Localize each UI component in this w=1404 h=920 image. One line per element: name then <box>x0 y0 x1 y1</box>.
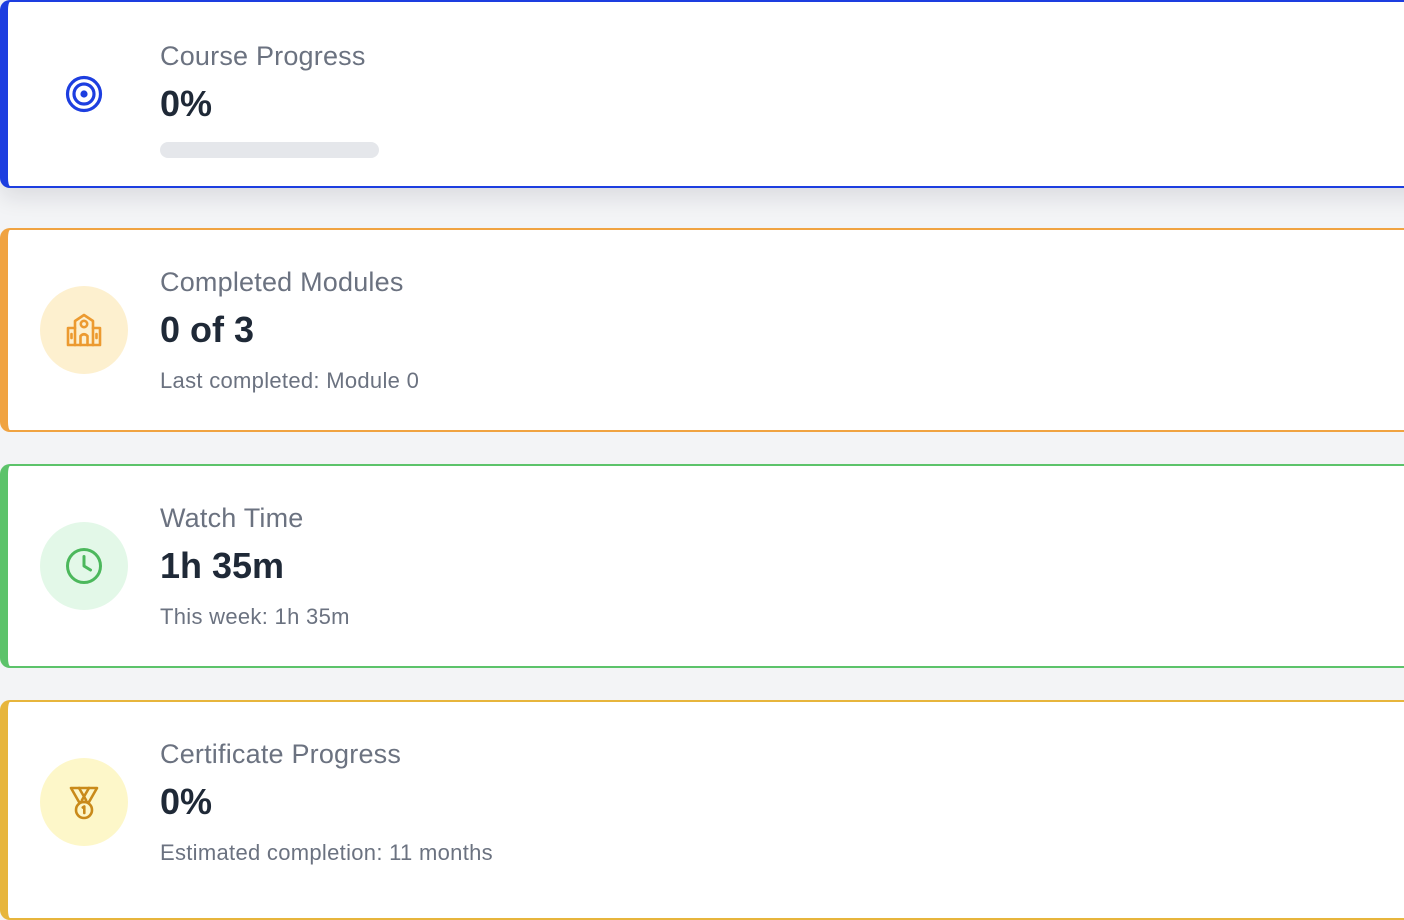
medal-icon <box>69 786 99 820</box>
target-icon <box>65 75 103 113</box>
certificate-progress-value: 0% <box>160 781 213 822</box>
completed-modules-subtext: Last completed: Module 0 <box>160 368 420 393</box>
completed-modules-value: 0 of 3 <box>160 309 255 350</box>
completed-modules-icon-container <box>40 286 128 374</box>
certificate-progress-label: Certificate Progress <box>160 739 402 769</box>
course-progress-card: Course Progress 0% <box>0 0 1404 188</box>
certificate-progress-subtext: Estimated completion: 11 months <box>160 840 493 865</box>
watch-time-label: Watch Time <box>160 503 304 533</box>
course-progress-label: Course Progress <box>160 41 366 71</box>
completed-modules-label: Completed Modules <box>160 267 404 297</box>
watch-time-value: 1h 35m <box>160 545 285 586</box>
course-progress-bar <box>160 142 379 158</box>
school-building-icon <box>66 313 102 347</box>
course-progress-content: Course Progress 0% <box>160 40 379 158</box>
completed-modules-content: Completed Modules 0 of 3 Last completed:… <box>160 266 419 394</box>
certificate-progress-card: Certificate Progress 0% Estimated comple… <box>0 700 1404 920</box>
watch-time-subtext: This week: 1h 35m <box>160 604 350 629</box>
course-progress-icon-container <box>40 50 128 138</box>
watch-time-icon-container <box>40 522 128 610</box>
course-progress-value: 0% <box>160 83 213 124</box>
watch-time-card: Watch Time 1h 35m This week: 1h 35m <box>0 464 1404 668</box>
clock-icon <box>66 548 102 584</box>
watch-time-content: Watch Time 1h 35m This week: 1h 35m <box>160 502 350 630</box>
completed-modules-card: Completed Modules 0 of 3 Last completed:… <box>0 228 1404 432</box>
certificate-progress-icon-container <box>40 758 128 846</box>
certificate-progress-content: Certificate Progress 0% Estimated comple… <box>160 738 493 866</box>
